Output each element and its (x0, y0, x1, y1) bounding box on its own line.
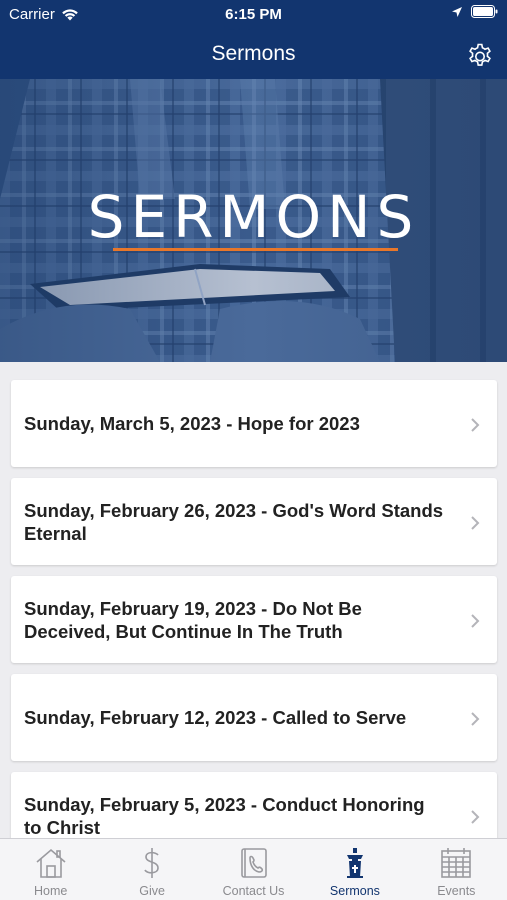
sermon-list-item[interactable]: Sunday, February 12, 2023 - Called to Se… (11, 674, 497, 761)
calendar-icon (441, 848, 472, 878)
tab-bar: Home Give Contact Us Sermons Events (0, 838, 507, 900)
sermon-list-item[interactable]: Sunday, February 26, 2023 - God's Word S… (11, 478, 497, 565)
chevron-right-icon (471, 712, 480, 726)
chevron-right-icon (471, 418, 480, 432)
sermon-title: Sunday, February 12, 2023 - Called to Se… (24, 707, 407, 728)
hero-underline (113, 248, 398, 251)
sermon-list-item[interactable]: Sunday, March 5, 2023 - Hope for 2023 (11, 380, 497, 467)
status-time: 6:15 PM (225, 6, 282, 23)
hero-title: SERMONS (87, 183, 420, 251)
tab-label: Home (34, 884, 68, 898)
sermon-title: Sunday, March 5, 2023 - Hope for 2023 (24, 413, 360, 434)
tab-contact-us[interactable]: Contact Us (203, 839, 304, 900)
status-right (451, 5, 498, 18)
dollar-icon (144, 848, 159, 878)
tab-label: Give (139, 884, 165, 898)
sermon-list-item[interactable]: Sunday, February 19, 2023 - Do Not Be De… (11, 576, 497, 663)
house-icon (36, 848, 66, 878)
chevron-right-icon (471, 810, 480, 824)
phone-book-icon (240, 848, 267, 878)
tab-give[interactable]: Give (101, 839, 202, 900)
hero-banner: SERMONS (0, 79, 507, 362)
navigation-bar: Sermons (0, 30, 507, 79)
pulpit-icon (346, 848, 363, 878)
status-bar: Carrier 6:15 PM (0, 0, 507, 30)
tab-sermons[interactable]: Sermons (304, 839, 405, 900)
tab-label: Contact Us (222, 884, 285, 898)
location-arrow-icon (452, 6, 462, 17)
tab-events[interactable]: Events (406, 839, 507, 900)
tab-label: Sermons (329, 884, 380, 898)
chevron-right-icon (471, 614, 480, 628)
tab-home[interactable]: Home (0, 839, 101, 900)
battery-icon (471, 5, 498, 18)
sermon-title: Sunday, February 26, 2023 - God's Word S… (24, 499, 444, 544)
page-title: Sermons (211, 42, 296, 65)
tab-label: Events (437, 884, 476, 898)
sermon-title: Sunday, February 19, 2023 - Do Not Be De… (24, 597, 362, 642)
chevron-right-icon (471, 516, 480, 530)
settings-gear-icon[interactable] (466, 41, 494, 69)
